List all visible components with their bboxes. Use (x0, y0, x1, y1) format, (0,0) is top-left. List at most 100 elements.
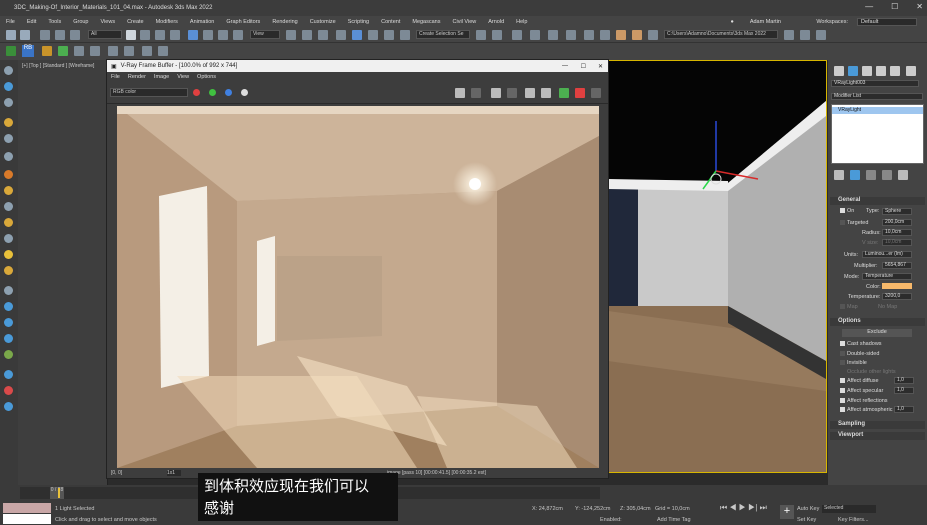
box-icon[interactable] (4, 170, 13, 179)
geometry-icon[interactable] (4, 152, 13, 161)
maxscript-listener[interactable] (3, 503, 51, 513)
project-folder-icon[interactable] (784, 30, 794, 40)
time-slider-handle[interactable]: 0 / 28 (50, 487, 64, 499)
exclude-button[interactable]: Exclude (842, 329, 912, 337)
cast-shadows-checkbox[interactable]: Cast shadows (840, 341, 882, 347)
menu-modifiers[interactable]: Modifiers (150, 19, 184, 25)
unlink-icon[interactable] (55, 30, 65, 40)
coord-x[interactable]: X: 24,872cm (532, 506, 563, 512)
light-icon[interactable] (4, 118, 13, 127)
channel-dropdown[interactable]: RGB color (110, 88, 188, 97)
type-dropdown[interactable]: Sphere (882, 208, 912, 215)
key-filters-button[interactable]: Key Filters... (838, 517, 869, 523)
multiplier-field[interactable]: 5654,867 (882, 262, 912, 269)
torus-icon[interactable] (4, 266, 13, 275)
alpha-channel-icon[interactable] (241, 89, 248, 96)
user-account[interactable]: ● Adam Martin (724, 16, 787, 27)
sun-icon[interactable] (4, 250, 13, 259)
pivot-center-icon[interactable] (286, 30, 296, 40)
scene-explorer-icon[interactable] (512, 30, 522, 40)
menu-tools[interactable]: Tools (42, 19, 67, 25)
vsize-field[interactable]: 10,0cm (882, 239, 912, 246)
affect-specular-field[interactable]: 1,0 (894, 387, 914, 394)
sphere-icon[interactable] (4, 186, 13, 195)
units-dropdown[interactable]: Luminou...er (lm) (862, 251, 912, 258)
close-button[interactable]: ✕ (916, 2, 923, 11)
bind-space-warp-icon[interactable] (70, 30, 80, 40)
add-time-tag[interactable]: Add Time Tag (657, 517, 691, 523)
object-name-field[interactable]: VRayLight003 (831, 80, 919, 87)
placement-icon[interactable] (233, 30, 243, 40)
vfb-zoom-dropdown[interactable]: 1x1 (167, 470, 181, 476)
targeted-checkbox[interactable]: Targeted (840, 220, 868, 226)
region-icon[interactable] (507, 88, 517, 98)
teapot-icon[interactable] (4, 218, 13, 227)
undo-icon[interactable] (6, 30, 16, 40)
rectangular-selection-icon[interactable] (155, 30, 165, 40)
modifier-stack-item[interactable]: VRayLight (832, 107, 923, 114)
vfb-minimize-button[interactable]: — (562, 63, 568, 69)
vfb-close-button[interactable]: ✕ (598, 63, 603, 70)
edit-named-selection-icon[interactable] (400, 30, 410, 40)
scale-icon[interactable] (218, 30, 228, 40)
spinner-snap-icon[interactable] (384, 30, 394, 40)
remove-modifier-icon[interactable] (882, 170, 892, 180)
modify-tab-icon[interactable] (848, 66, 858, 76)
maxscript-input[interactable] (3, 514, 51, 524)
scene-explorer-icon[interactable] (4, 82, 13, 91)
vfb-maximize-button[interactable]: ☐ (581, 63, 586, 70)
leaf-icon[interactable] (4, 350, 13, 359)
teapot-icon[interactable] (90, 46, 100, 56)
configure-sets-icon[interactable] (898, 170, 908, 180)
layer-explorer-icon[interactable] (530, 30, 540, 40)
vfb-menu-view[interactable]: View (173, 74, 193, 80)
target-distance-field[interactable]: 200,0cm (882, 219, 912, 226)
wrench-icon[interactable] (142, 46, 152, 56)
link-icon[interactable] (40, 30, 50, 40)
temperature-field[interactable]: 3200,0 (882, 293, 912, 300)
save-folder-icon[interactable] (816, 30, 826, 40)
invisible-checkbox[interactable]: Invisible (840, 360, 867, 366)
map-checkbox[interactable]: Map (840, 304, 858, 310)
menu-help[interactable]: Help (510, 19, 533, 25)
load-image-icon[interactable] (471, 88, 481, 98)
color-swatch[interactable] (882, 283, 912, 289)
material-editor-icon[interactable] (584, 30, 594, 40)
affect-diffuse-field[interactable]: 1,0 (894, 377, 914, 384)
menu-graph-editors[interactable]: Graph Editors (220, 19, 266, 25)
menu-views[interactable]: Views (95, 19, 122, 25)
menu-arnold[interactable]: Arnold (482, 19, 510, 25)
coord-z[interactable]: Z: 305,04cm (620, 506, 651, 512)
rendered-frame-window-icon[interactable] (616, 30, 626, 40)
scatter-icon[interactable] (58, 46, 68, 56)
display-tab-icon[interactable] (890, 66, 900, 76)
stop-render-icon[interactable] (575, 88, 585, 98)
open-folder-icon[interactable] (800, 30, 810, 40)
helper-icon[interactable] (4, 286, 13, 295)
viewport-perspective[interactable] (607, 60, 827, 473)
vfb-menu-file[interactable]: File (107, 74, 124, 80)
layers-icon[interactable] (4, 98, 13, 107)
menu-create[interactable]: Create (121, 19, 150, 25)
select-object-icon[interactable] (126, 30, 136, 40)
occlude-checkbox[interactable]: Occlude other lights (840, 369, 896, 375)
radius-field[interactable]: 10,0cm (882, 229, 912, 236)
red-channel-icon[interactable] (193, 89, 200, 96)
align-icon[interactable] (492, 30, 502, 40)
render-icon[interactable] (591, 88, 601, 98)
affect-diffuse-checkbox[interactable]: Affect diffuse (840, 378, 879, 384)
show-end-result-icon[interactable] (850, 170, 860, 180)
menu-scripting[interactable]: Scripting (342, 19, 375, 25)
named-selection-set-dropdown[interactable]: Create Selection Se (416, 30, 470, 39)
menu-rendering[interactable]: Rendering (266, 19, 303, 25)
select-manipulate-icon[interactable] (302, 30, 312, 40)
menu-group[interactable]: Group (67, 19, 94, 25)
region-render-icon[interactable] (491, 88, 501, 98)
plane-icon[interactable] (4, 318, 13, 327)
schematic-view-icon[interactable] (566, 30, 576, 40)
menu-edit[interactable]: Edit (21, 19, 42, 25)
space-warp-icon[interactable] (4, 302, 13, 311)
green-channel-icon[interactable] (209, 89, 216, 96)
sampling-rollout[interactable]: Sampling (830, 421, 925, 429)
modifier-list-dropdown[interactable]: Modifier List (831, 93, 923, 100)
